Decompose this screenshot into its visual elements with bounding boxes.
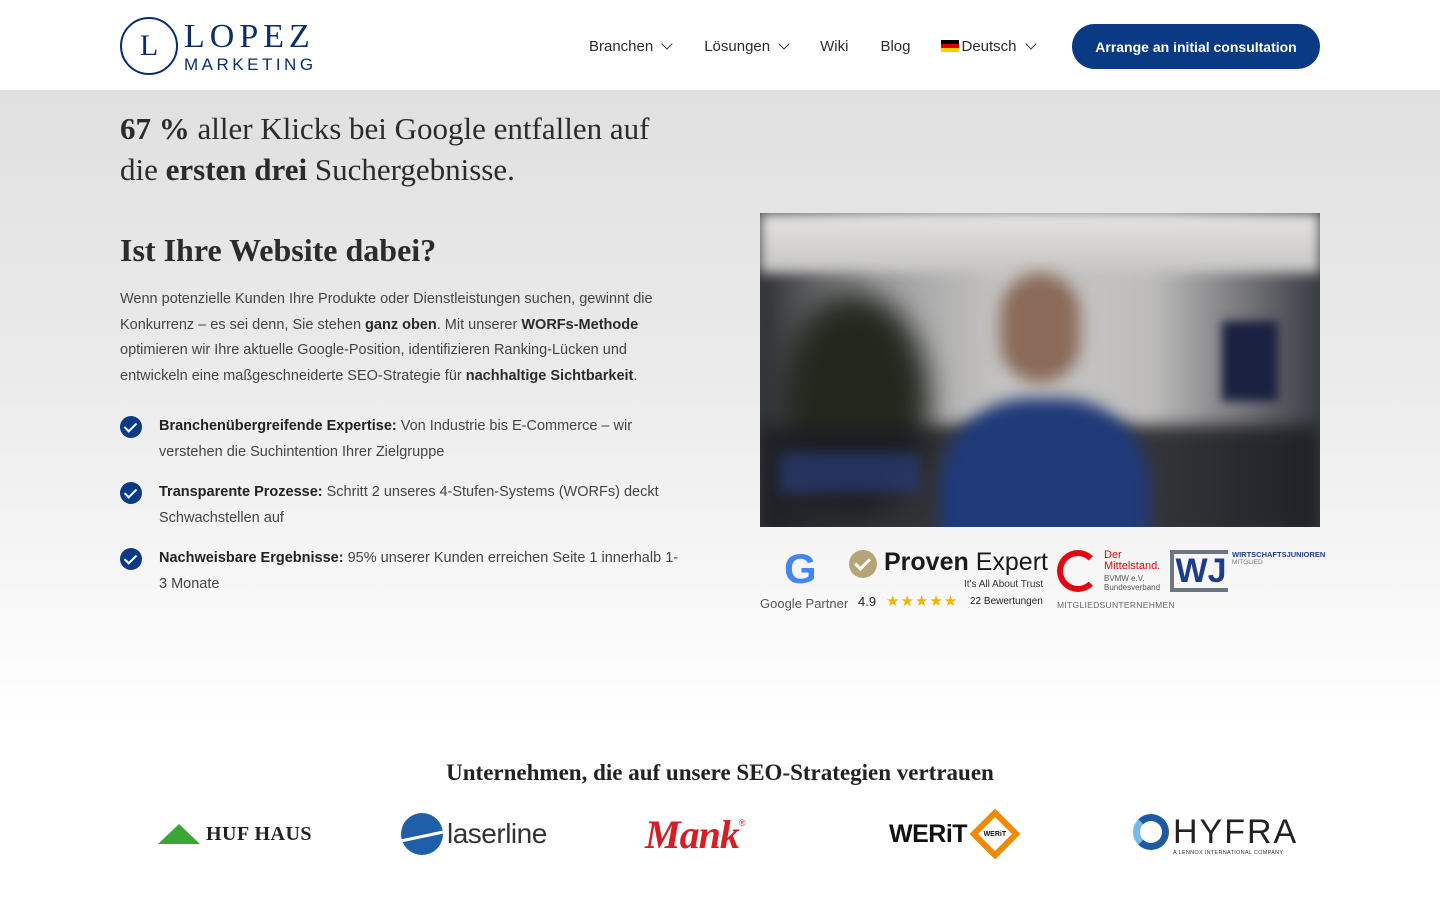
proven-expert-name: Expert xyxy=(968,548,1048,576)
proven-expert-tagline: It's All About Trust xyxy=(964,579,1044,590)
site-header: L LOPEZ MARKETING Branchen Lösungen Wiki… xyxy=(0,0,1440,90)
laserline-wordmark: laserline xyxy=(447,818,547,849)
nav-label: Lösungen xyxy=(704,37,771,55)
benefit-item: Branchenübergreifende Expertise: Von Ind… xyxy=(120,414,680,465)
proven-expert-check-icon xyxy=(849,550,877,578)
mittelstand-member-label: MITGLIEDSUNTERNEHMEN xyxy=(1057,600,1175,610)
mittelstand-sub-line: Bundesverband xyxy=(1104,583,1161,592)
proven-expert-bold: Proven xyxy=(884,548,969,576)
paragraph-bold: nachhaltige Sichtbarkeit xyxy=(465,368,634,385)
mittelstand-title: Der Mittelstand. xyxy=(1104,549,1161,572)
nav-label: Deutsch xyxy=(961,37,1017,55)
intro-video[interactable] xyxy=(760,213,1320,527)
google-logo-icon: G xyxy=(784,548,817,590)
hyfra-swirl-icon xyxy=(1133,814,1169,850)
rating-stars-icon: ★★★★★ xyxy=(886,593,959,610)
hero-paragraph: Wenn potenzielle Kunden Ihre Produkte od… xyxy=(120,287,680,390)
mank-wordmark: Mank xyxy=(645,811,740,857)
hero-heading: Ist Ihre Website dabei? xyxy=(120,232,437,268)
mittelstand-logo-icon xyxy=(1057,550,1099,592)
benefit-title: Transparente Prozesse: xyxy=(159,484,323,500)
logo-line-2: MARKETING xyxy=(184,54,317,74)
werit-diamond-icon: WERiT xyxy=(969,808,1021,860)
nav-item-branchen[interactable]: Branchen xyxy=(589,37,673,55)
mittelstand-sub-line: BVMW e.V. xyxy=(1104,574,1145,583)
check-circle-icon xyxy=(120,416,142,438)
huf-haus-roof-icon xyxy=(158,824,200,844)
chevron-down-icon xyxy=(661,38,673,50)
nav-item-loesungen[interactable]: Lösungen xyxy=(704,37,790,55)
client-logo-werit: WERiT WERiT xyxy=(889,808,1021,860)
nav-label: Blog xyxy=(880,37,911,55)
benefit-title: Nachweisbare Ergebnisse: xyxy=(159,550,344,566)
main-nav: Branchen Lösungen Wiki Blog Deutsch xyxy=(589,34,1037,58)
german-flag-icon xyxy=(941,40,960,52)
logo-line-1: LOPEZ xyxy=(184,17,315,55)
mittelstand-subtitle: BVMW e.V. Bundesverband xyxy=(1104,574,1160,592)
registered-icon: ® xyxy=(738,818,746,828)
benefit-list: Branchenübergreifende Expertise: Von Ind… xyxy=(120,414,680,612)
hyfra-wordmark: HYFRA xyxy=(1173,812,1299,851)
clients-heading: Unternehmen, die auf unsere SEO-Strategi… xyxy=(446,760,994,785)
laserline-circle-icon xyxy=(401,813,443,855)
client-logo-hyfra: HYFRA A LENNOX INTERNATIONAL COMPANY xyxy=(1133,808,1298,860)
chevron-down-icon xyxy=(1024,38,1037,50)
check-circle-icon xyxy=(120,482,142,504)
nav-item-wiki[interactable]: Wiki xyxy=(820,38,848,55)
stat-highlight: 67 % xyxy=(120,111,190,146)
wirtschaftsjunioren-subtitle: MITGLIED xyxy=(1232,559,1263,566)
nav-label: Wiki xyxy=(820,37,849,55)
check-circle-icon xyxy=(120,548,142,570)
benefit-text: Transparente Prozesse: Schritt 2 unseres… xyxy=(159,480,680,531)
client-logo-laserline: laserline xyxy=(401,808,547,860)
logo-wordmark: LOPEZ MARKETING xyxy=(184,17,317,74)
benefit-item: Nachweisbare Ergebnisse: 95% unserer Kun… xyxy=(120,546,680,597)
google-partner-label: Google Partner xyxy=(760,596,849,611)
wirtschaftsjunioren-logo-icon: WJ xyxy=(1170,550,1228,592)
werit-diamond-label: WERiT xyxy=(983,830,1007,838)
rating-score: 4.9 xyxy=(858,594,877,609)
benefit-text: Branchenübergreifende Expertise: Von Ind… xyxy=(159,414,680,465)
video-wall-picture xyxy=(1222,321,1278,401)
huf-haus-wordmark: HUF HAUS xyxy=(206,822,313,845)
consultation-button[interactable]: Arrange an initial consultation xyxy=(1072,24,1320,69)
chevron-down-icon xyxy=(778,38,790,50)
hyfra-subtitle: A LENNOX INTERNATIONAL COMPANY xyxy=(1173,849,1284,856)
proven-expert-title: Proven Expert xyxy=(884,548,1048,577)
benefit-text: Nachweisbare Ergebnisse: 95% unserer Kun… xyxy=(159,546,680,597)
nav-label: Branchen xyxy=(589,37,654,55)
stat-text: Suchergebnisse. xyxy=(307,152,515,187)
nav-item-blog[interactable]: Blog xyxy=(880,38,910,55)
lopez-marketing-logo[interactable]: L LOPEZ MARKETING xyxy=(120,16,325,76)
trust-badges: G Google Partner Proven Expert It's All … xyxy=(760,546,1325,612)
paragraph-bold: WORFs-Methode xyxy=(521,316,639,333)
review-count: 22 Bewertungen xyxy=(970,596,1043,607)
video-person-head xyxy=(1000,273,1080,383)
video-ceiling xyxy=(760,213,1320,273)
benefit-item: Transparente Prozesse: Schritt 2 unseres… xyxy=(120,480,680,531)
language-switcher[interactable]: Deutsch xyxy=(941,37,1037,55)
video-name-overlay xyxy=(780,453,920,493)
client-logo-mank: Mank ® xyxy=(645,808,745,860)
werit-wordmark: WERiT xyxy=(889,819,968,848)
paragraph-text: . Mit unserer xyxy=(436,316,522,333)
paragraph-text: . xyxy=(633,368,638,385)
google-letter: G xyxy=(784,545,817,592)
benefit-title: Branchenübergreifende Expertise: xyxy=(159,418,397,434)
client-logo-huf-haus: HUF HAUS xyxy=(158,808,312,860)
hyfra-logo-row: HYFRA xyxy=(1133,813,1298,852)
wirtschaftsjunioren-title: WIRTSCHAFTSJUNIOREN xyxy=(1232,550,1326,559)
hero-statistic: 67 % aller Klicks bei Google entfallen a… xyxy=(120,108,680,190)
logo-mark: L xyxy=(120,17,178,75)
stat-highlight: ersten drei xyxy=(165,152,308,187)
paragraph-bold: ganz oben xyxy=(365,316,437,333)
